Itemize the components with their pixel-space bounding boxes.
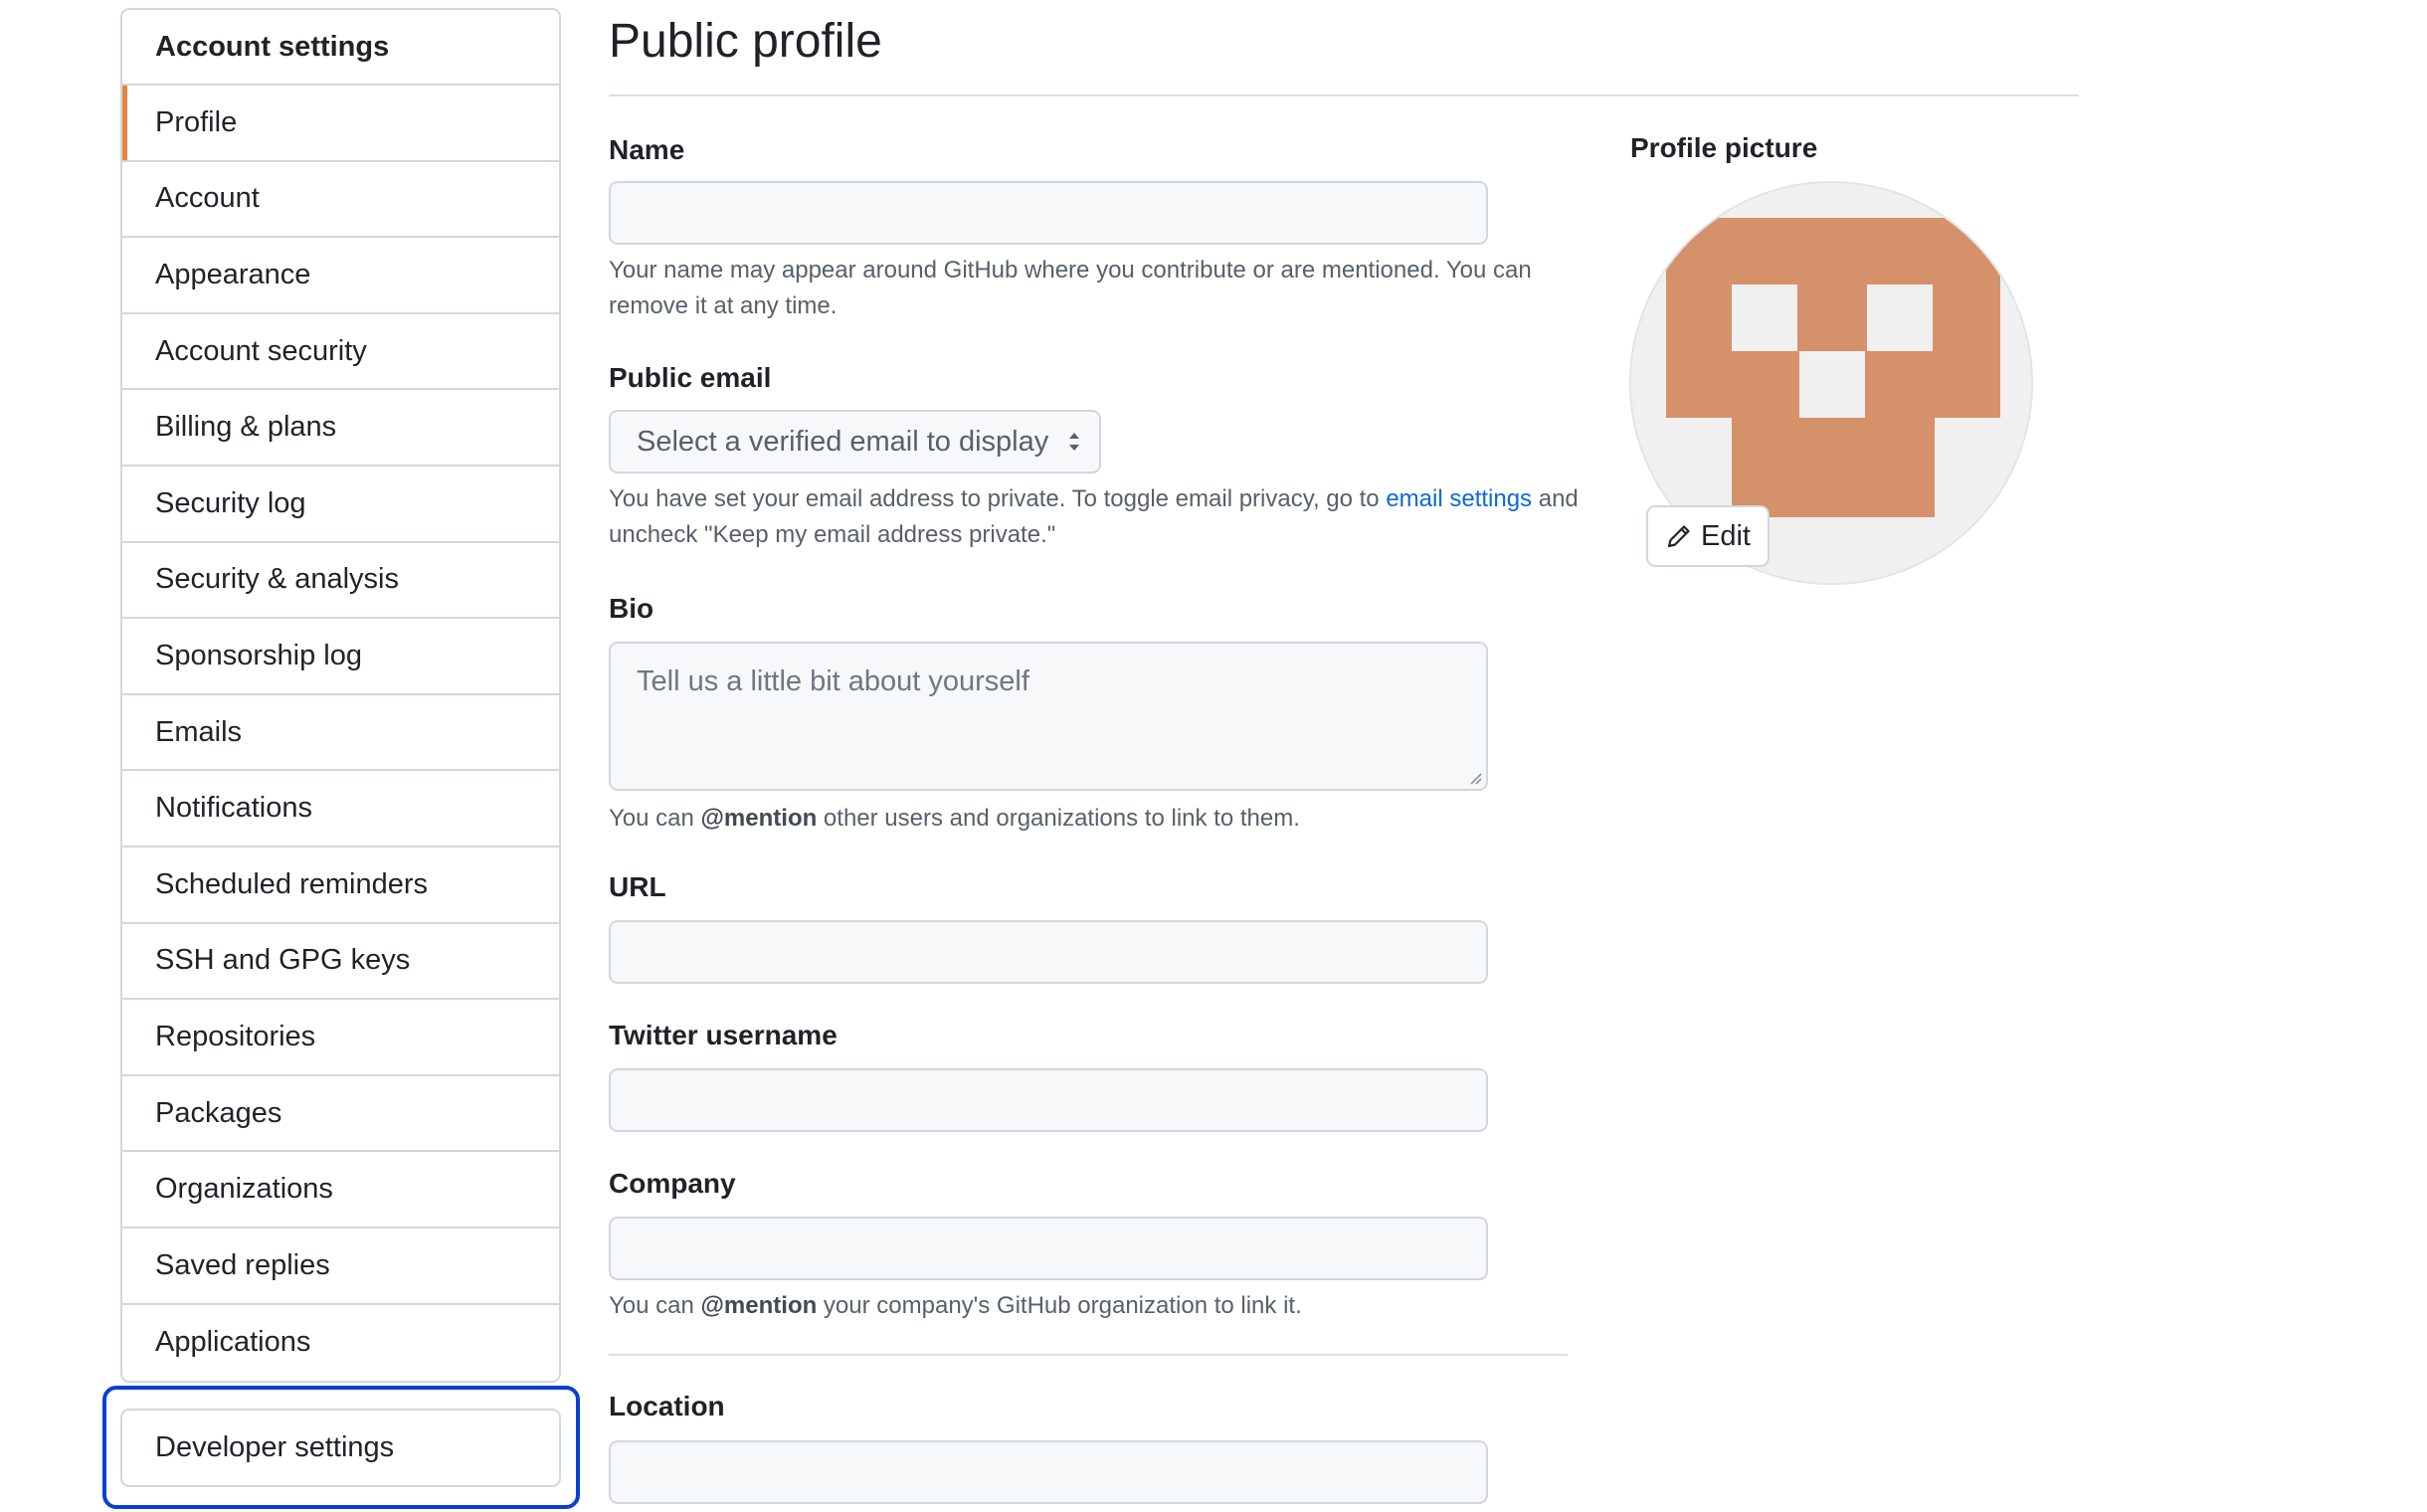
sidebar-item-security-analysis[interactable]: Security & analysis [122,543,559,620]
bio-help-part: other users and organizations to link to… [817,805,1300,832]
sidebar-item-label: Scheduled reminders [155,867,429,900]
sidebar-item-packages[interactable]: Packages [122,1076,559,1153]
sidebar-item-profile[interactable]: Profile [122,86,559,162]
sidebar-item-label: SSH and GPG keys [155,944,411,977]
edit-avatar-button[interactable]: Edit [1646,505,1770,567]
sidebar-item-label: Notifications [155,792,312,825]
sidebar-item-label: Account [155,182,260,215]
sidebar-item-account-security[interactable]: Account security [122,314,559,391]
location-input[interactable] [609,1440,1488,1504]
company-help-part: your company's GitHub organization to li… [817,1292,1302,1319]
pencil-icon [1667,525,1690,548]
sidebar-item-notifications[interactable]: Notifications [122,771,559,848]
location-label: Location [609,1391,725,1421]
mention-keyword: @mention [700,1292,818,1319]
bio-help-text: You can @mention other users and organiz… [609,801,1584,837]
edit-button-label: Edit [1701,519,1751,552]
public-email-help-text: You have set your email address to priva… [609,481,1584,553]
bio-label: Bio [609,593,654,624]
company-help-part: You can [609,1292,701,1319]
sidebar-item-label: Organizations [155,1173,333,1206]
twitter-label: Twitter username [609,1020,838,1050]
sidebar-item-repositories[interactable]: Repositories [122,1000,559,1076]
url-label: URL [609,871,666,902]
sidebar-item-label: Developer settings [155,1431,395,1463]
sidebar-item-scheduled-reminders[interactable]: Scheduled reminders [122,848,559,924]
bio-help-part: You can [609,805,701,832]
sidebar-item-label: Packages [155,1096,282,1129]
public-email-selected-value: Select a verified email to display [637,425,1049,458]
url-input[interactable] [609,920,1488,984]
resize-grip-icon[interactable] [1466,769,1482,785]
profile-picture-label: Profile picture [1630,132,1818,163]
company-input[interactable] [609,1217,1488,1280]
bio-textarea[interactable]: Tell us a little bit about yourself [609,642,1488,791]
select-caret-icon [1069,433,1079,451]
name-label: Name [609,134,685,165]
sidebar-item-security-log[interactable]: Security log [122,467,559,543]
sidebar-item-saved-replies[interactable]: Saved replies [122,1228,559,1305]
sidebar-item-billing-plans[interactable]: Billing & plans [122,390,559,467]
sidebar-item-account[interactable]: Account [122,162,559,239]
public-email-help-part: You have set your email address to priva… [609,485,1387,512]
page-title: Public profile [609,15,882,68]
company-help-text: You can @mention your company's GitHub o… [609,1288,1584,1324]
sidebar-item-applications[interactable]: Applications [122,1305,559,1382]
sidebar-item-label: Appearance [155,258,311,290]
sidebar-item-sponsorship-log[interactable]: Sponsorship log [122,619,559,695]
sidebar-heading: Account settings [122,10,559,86]
sidebar-item-emails[interactable]: Emails [122,695,559,772]
company-label: Company [609,1168,736,1199]
sidebar-item-label: Applications [155,1326,311,1359]
settings-sidebar: Account settings Profile Account Appearanc… [120,8,561,1384]
sidebar-item-ssh-gpg-keys[interactable]: SSH and GPG keys [122,924,559,1001]
name-help-text: Your name may appear around GitHub where… [609,257,1532,319]
title-divider [609,94,2079,96]
sidebar-item-label: Emails [155,715,243,748]
twitter-username-input[interactable] [609,1068,1488,1132]
email-settings-link[interactable]: email settings [1386,485,1532,512]
sidebar-item-label: Saved replies [155,1248,330,1281]
name-input[interactable] [609,181,1488,245]
sidebar-item-label: Repositories [155,1020,316,1052]
sidebar-item-appearance[interactable]: Appearance [122,238,559,314]
sidebar-item-label: Security & analysis [155,563,399,596]
sidebar-item-label: Account security [155,334,367,367]
sidebar-item-label: Profile [155,105,238,138]
bio-placeholder: Tell us a little bit about yourself [637,665,1029,697]
sidebar-item-developer-settings[interactable]: Developer settings [120,1409,561,1487]
sidebar-item-label: Security log [155,486,306,519]
sidebar-item-label: Sponsorship log [155,639,362,671]
mention-keyword: @mention [700,805,818,832]
sidebar-item-organizations[interactable]: Organizations [122,1152,559,1228]
section-divider [609,1354,1568,1356]
public-email-label: Public email [609,362,772,393]
public-email-select[interactable]: Select a verified email to display [609,410,1101,473]
sidebar-item-label: Billing & plans [155,411,337,444]
